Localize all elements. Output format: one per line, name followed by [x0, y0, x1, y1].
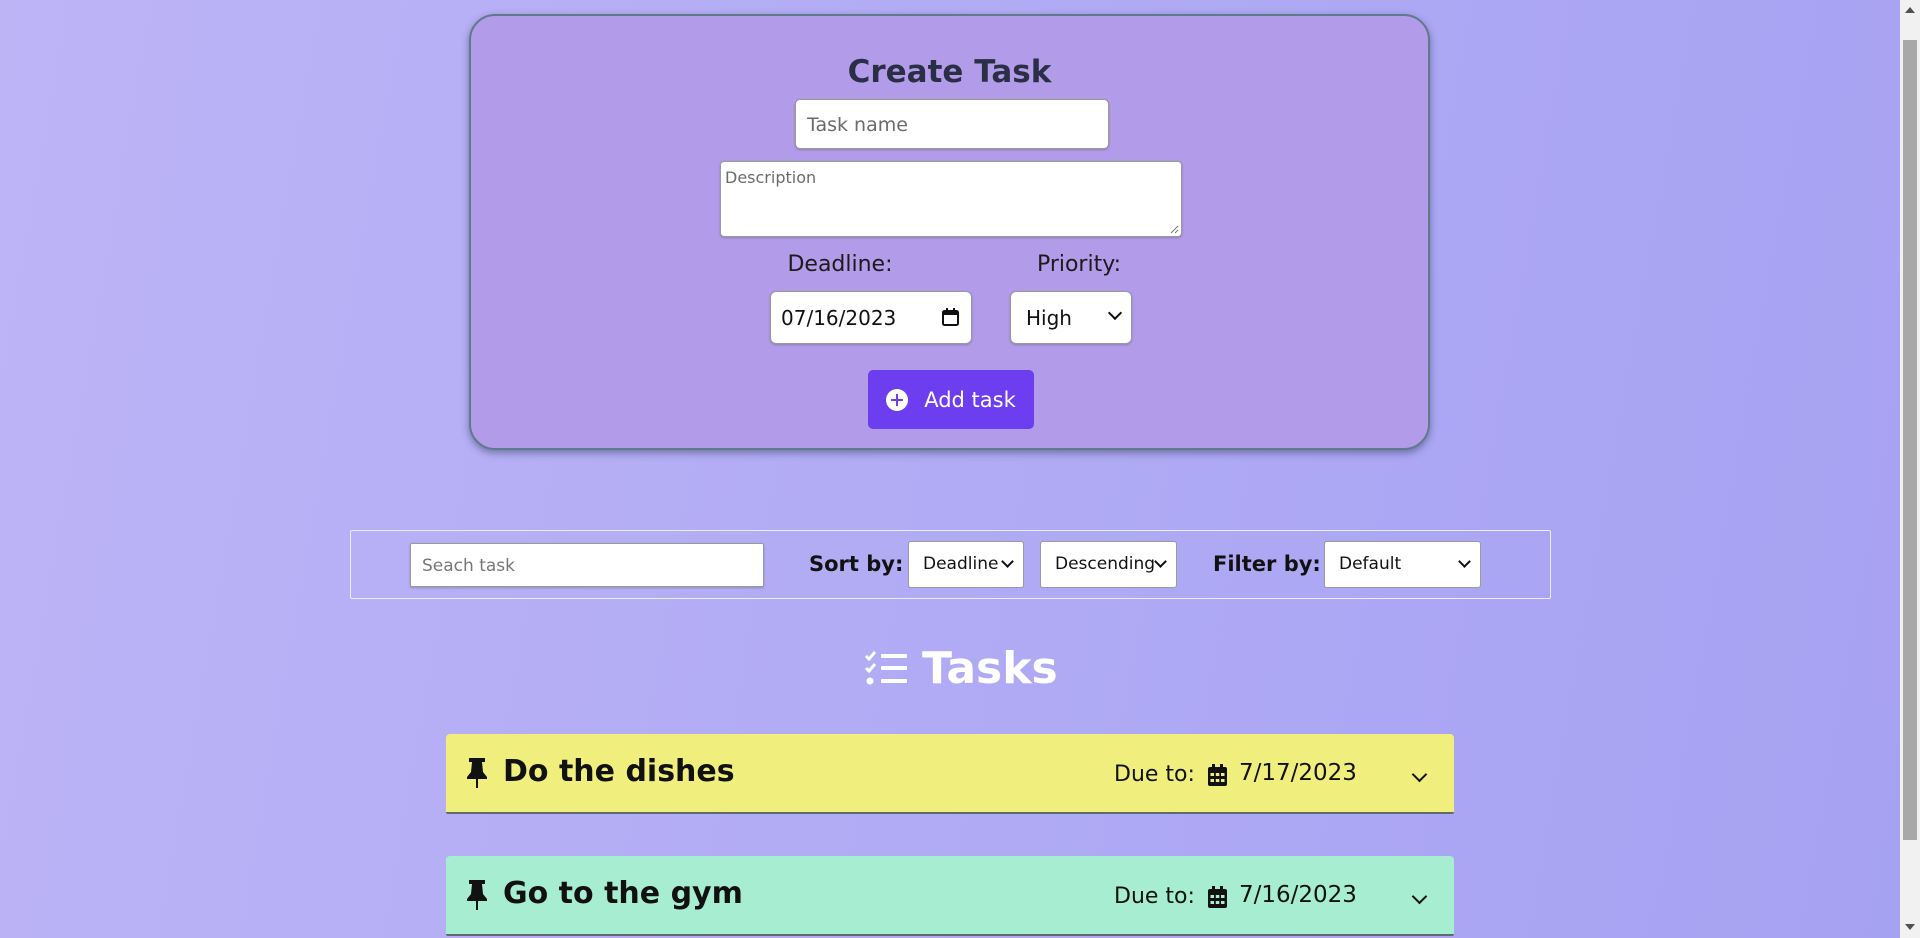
- priority-value: High: [1026, 306, 1072, 330]
- chevron-down-icon: [1458, 555, 1471, 568]
- task-title: Go to the gym: [503, 876, 743, 911]
- task-card[interactable]: Do the dishes Due to: 7/17/2023: [446, 734, 1454, 814]
- add-task-label: Add task: [924, 387, 1016, 412]
- filter-value: Default: [1339, 554, 1402, 574]
- tasks-heading: Tasks: [864, 640, 1058, 696]
- vertical-scrollbar[interactable]: [1900, 0, 1920, 938]
- plus-circle-icon: [886, 388, 909, 411]
- task-title: Do the dishes: [503, 754, 735, 789]
- add-task-button[interactable]: Add task: [868, 370, 1034, 429]
- sort-by-label: Sort by:: [809, 552, 904, 576]
- checklist-icon: [864, 651, 907, 685]
- priority-select[interactable]: High: [1010, 291, 1132, 344]
- sort-order-value: Descending: [1055, 554, 1156, 574]
- pin-icon: [467, 758, 487, 788]
- chevron-down-icon: [1154, 555, 1167, 568]
- deadline-label: Deadline:: [787, 252, 893, 277]
- create-task-panel: Create Task Task name Description Deadli…: [469, 14, 1430, 450]
- deadline-date-value: 07/16/2023: [781, 306, 897, 330]
- expand-chevron-icon[interactable]: [1411, 888, 1428, 905]
- due-date: 7/17/2023: [1239, 760, 1357, 786]
- resize-handle-icon[interactable]: [1170, 225, 1179, 234]
- chevron-down-icon: [1001, 555, 1014, 568]
- scrollbar-thumb[interactable]: [1903, 40, 1917, 840]
- calendar-picker-icon[interactable]: [942, 308, 959, 326]
- expand-chevron-icon[interactable]: [1411, 766, 1428, 783]
- pin-icon: [467, 880, 487, 910]
- priority-label: Priority:: [1036, 252, 1122, 277]
- scroll-up-arrow-icon[interactable]: [1905, 7, 1915, 13]
- search-task-input[interactable]: Seach task: [410, 543, 764, 587]
- task-toolbar: Seach task Sort by: Deadline Descending …: [350, 530, 1551, 599]
- scroll-down-arrow-icon[interactable]: [1905, 924, 1915, 930]
- filter-by-label: Filter by:: [1213, 552, 1321, 576]
- due-label: Due to:: [1114, 762, 1195, 787]
- sort-field-select[interactable]: Deadline: [908, 541, 1024, 588]
- filter-select[interactable]: Default: [1324, 541, 1481, 588]
- calendar-icon: [1208, 764, 1227, 786]
- description-placeholder: Description: [725, 168, 817, 187]
- description-textarea[interactable]: Description: [720, 161, 1182, 237]
- sort-field-value: Deadline: [923, 554, 999, 574]
- due-date: 7/16/2023: [1239, 882, 1357, 908]
- tasks-heading-label: Tasks: [922, 642, 1058, 694]
- chevron-down-icon: [1107, 305, 1123, 321]
- task-card[interactable]: Go to the gym Due to: 7/16/2023: [446, 856, 1454, 936]
- task-name-input[interactable]: Task name: [795, 99, 1109, 149]
- deadline-date-input[interactable]: 07/16/2023: [770, 291, 972, 344]
- create-task-title: Create Task: [847, 54, 1052, 90]
- sort-order-select[interactable]: Descending: [1040, 541, 1177, 588]
- calendar-icon: [1208, 886, 1227, 908]
- due-label: Due to:: [1114, 884, 1195, 909]
